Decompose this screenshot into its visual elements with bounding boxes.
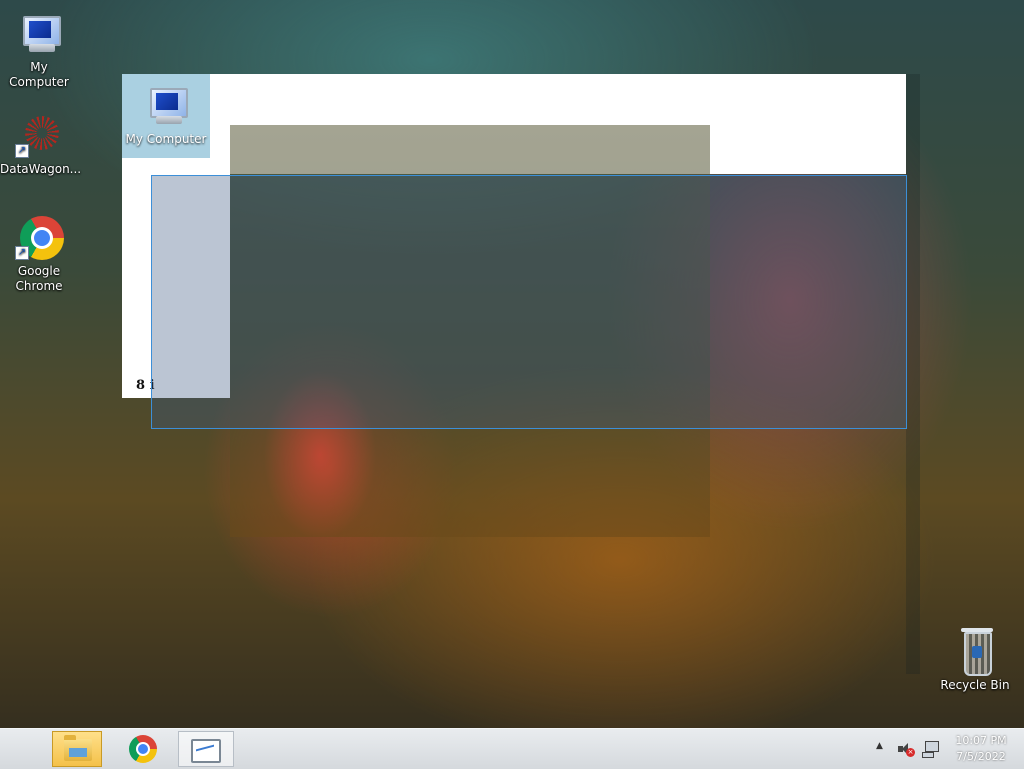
network-icon[interactable] bbox=[922, 741, 939, 758]
taskbar-file-explorer-button[interactable] bbox=[52, 731, 102, 767]
desktop-icon-datawagon[interactable]: ↗ DataWagon... bbox=[0, 112, 82, 177]
desktop-icon-label: Recycle Bin bbox=[940, 678, 1010, 692]
desktop-icon-recycle-bin[interactable]: Recycle Bin bbox=[936, 628, 1014, 693]
desktop-icon-google-chrome[interactable]: ↗ Google Chrome bbox=[0, 214, 78, 294]
clock[interactable]: 10:07 PM 7/5/2022 bbox=[944, 733, 1018, 765]
selected-my-computer-icon[interactable]: My Computer bbox=[122, 74, 210, 158]
chrome-icon: ↗ bbox=[15, 214, 64, 262]
speaker-muted-icon[interactable]: × bbox=[898, 742, 915, 757]
recycle-bin-icon bbox=[951, 628, 999, 676]
desktop-icon-my-computer[interactable]: My Computer bbox=[0, 10, 78, 90]
computer-icon bbox=[142, 82, 190, 130]
taskbar-performance-monitor-button[interactable] bbox=[178, 731, 234, 767]
computer-icon bbox=[15, 10, 63, 58]
selected-icon-label: My Computer bbox=[125, 132, 207, 146]
desktop-icon-label: My Computer bbox=[9, 60, 69, 89]
shortcut-arrow-icon: ↗ bbox=[15, 144, 29, 158]
desktop-icon-label: Google Chrome bbox=[15, 264, 63, 293]
taskbar: ▲ × 10:07 PM 7/5/2022 bbox=[0, 728, 1024, 769]
shortcut-arrow-icon: ↗ bbox=[15, 246, 29, 260]
taskbar-chrome-button[interactable] bbox=[118, 731, 168, 767]
desktop-icon-label: DataWagon... bbox=[0, 162, 82, 176]
clock-time: 10:07 PM bbox=[955, 734, 1007, 747]
performance-monitor-icon bbox=[191, 739, 221, 763]
show-hidden-icons-arrow[interactable]: ▲ bbox=[876, 741, 883, 751]
datawagon-icon: ↗ bbox=[15, 112, 63, 160]
selection-rectangle bbox=[151, 175, 907, 429]
window-edge bbox=[906, 74, 920, 674]
chrome-icon bbox=[129, 735, 157, 763]
clock-date: 7/5/2022 bbox=[956, 750, 1006, 763]
folder-icon bbox=[64, 735, 92, 761]
